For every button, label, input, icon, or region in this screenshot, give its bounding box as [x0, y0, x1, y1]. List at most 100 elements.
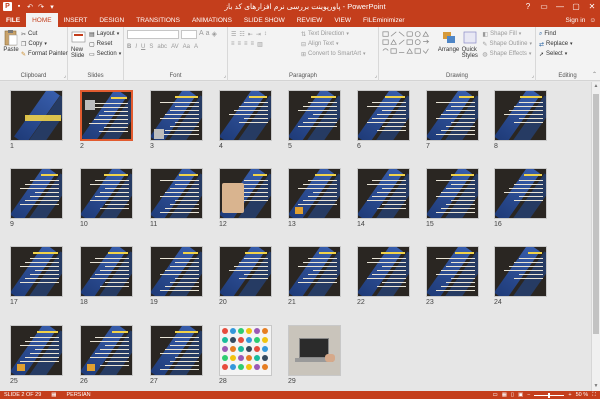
undo-icon[interactable]: ↶ — [26, 3, 34, 11]
align-right-icon[interactable]: ≡ — [244, 41, 248, 47]
dialog-launcher-icon[interactable]: ⌟ — [64, 73, 66, 79]
slide-thumbnail[interactable]: 9 — [10, 168, 63, 228]
shrink-font-icon[interactable]: a — [206, 30, 210, 39]
close-button[interactable]: ✕ — [584, 0, 600, 13]
sign-in-link[interactable]: Sign in — [565, 17, 585, 24]
font-color-icon[interactable]: A — [194, 44, 198, 50]
slide-thumbnail[interactable]: 20 — [219, 246, 272, 306]
section-button[interactable]: ▭ Section ▾ — [89, 49, 121, 59]
grow-font-icon[interactable]: A — [199, 30, 204, 39]
bold-icon[interactable]: B — [127, 44, 131, 50]
minimize-button[interactable]: — — [552, 0, 568, 13]
slide-thumbnail[interactable]: 22 — [357, 246, 410, 306]
line-spacing-icon[interactable]: ↕ — [264, 31, 267, 37]
zoom-slider[interactable] — [534, 392, 565, 398]
char-spacing-icon[interactable]: AV — [171, 44, 179, 50]
tab-view[interactable]: VIEW — [328, 13, 357, 27]
slide-thumbnail[interactable]: 15 — [426, 168, 479, 228]
slide-thumbnail[interactable]: 5 — [288, 90, 341, 150]
tab-design[interactable]: DESIGN — [93, 13, 130, 27]
slide-thumbnail[interactable]: 7 — [426, 90, 479, 150]
shape-effects-button[interactable]: ◍ Shape Effects ▾ — [482, 49, 532, 59]
slide-thumbnail[interactable]: 27 — [150, 325, 203, 385]
tab-fileminimizer[interactable]: FILEminimizer — [357, 13, 411, 27]
numbering-icon[interactable]: ☷ — [239, 31, 244, 38]
slide-thumbnail[interactable]: 14 — [357, 168, 410, 228]
smiley-icon[interactable]: ☺ — [589, 17, 596, 24]
slide-thumbnail[interactable]: 26 — [80, 325, 133, 385]
fit-slide-icon[interactable]: ⛶ — [592, 392, 596, 399]
slide-thumbnail[interactable]: 17 — [10, 246, 63, 306]
align-left-icon[interactable]: ≡ — [231, 41, 235, 47]
slide-thumbnail[interactable]: 3 — [150, 90, 203, 150]
paragraph-dialog-launcher-icon[interactable]: ⌟ — [375, 73, 377, 79]
customize-qat-icon[interactable]: ▾ — [48, 3, 56, 11]
slide-thumbnail[interactable]: 13 — [288, 168, 341, 228]
powerpoint-logo-icon[interactable]: P — [3, 2, 12, 11]
reset-button[interactable]: ▢ Reset — [89, 39, 121, 49]
zoom-level[interactable]: 50 % — [576, 392, 589, 398]
save-icon[interactable]: ▪ — [15, 3, 23, 11]
new-slide-button[interactable]: New Slide — [71, 29, 87, 59]
indent-increase-icon[interactable]: ⇥ — [256, 31, 261, 38]
scroll-thumb[interactable] — [593, 94, 599, 334]
replace-button[interactable]: ⇄ Replace ▾ — [539, 39, 596, 49]
strikethrough-icon[interactable]: abc — [157, 44, 167, 50]
slide-thumbnail[interactable]: 11 — [150, 168, 203, 228]
slide-thumbnail[interactable]: 1 — [10, 90, 63, 150]
drawing-dialog-launcher-icon[interactable]: ⌟ — [532, 73, 534, 79]
change-case-icon[interactable]: Aa — [183, 44, 190, 50]
slide-thumbnail[interactable]: 24 — [494, 246, 547, 306]
cut-button[interactable]: ✂ Cut — [21, 29, 68, 39]
slide-thumbnail[interactable]: 8 — [494, 90, 547, 150]
slide-thumbnail[interactable]: 4 — [219, 90, 272, 150]
collapse-ribbon-icon[interactable]: ⌃ — [592, 71, 597, 78]
find-button[interactable]: ⌕ Find — [539, 29, 596, 39]
tab-review[interactable]: REVIEW — [291, 13, 329, 27]
shape-fill-button[interactable]: ◧ Shape Fill ▾ — [482, 29, 532, 39]
justify-icon[interactable]: ≡ — [251, 41, 255, 47]
tab-file[interactable]: FILE — [0, 13, 27, 27]
select-button[interactable]: ➚ Select ▾ — [539, 49, 596, 59]
slide-thumbnail[interactable]: 28 — [219, 325, 272, 385]
slide-thumbnail[interactable]: 25 — [10, 325, 63, 385]
text-direction-button[interactable]: ⇅ Text Direction ▾ — [301, 29, 366, 39]
slide-sorter-view-icon[interactable]: ▦ — [502, 392, 507, 398]
redo-icon[interactable]: ↷ — [37, 3, 45, 11]
slide-thumbnail[interactable]: 18 — [80, 246, 133, 306]
layout-button[interactable]: ▤ Layout ▾ — [89, 29, 121, 39]
columns-icon[interactable]: ▥ — [257, 41, 263, 48]
bullets-icon[interactable]: ☰ — [231, 31, 236, 38]
format-painter-button[interactable]: ✎ Format Painter — [21, 49, 68, 59]
tab-slide-show[interactable]: SLIDE SHOW — [238, 13, 291, 27]
slide-thumbnail[interactable]: 12 — [219, 168, 272, 228]
align-text-button[interactable]: ⊟ Align Text ▾ — [301, 39, 366, 49]
tab-transitions[interactable]: TRANSITIONS — [130, 13, 186, 27]
italic-icon[interactable]: I — [135, 44, 137, 50]
ribbon-display-button[interactable]: ▭ — [536, 0, 552, 13]
slide-thumbnail[interactable]: 16 — [494, 168, 547, 228]
slide-thumbnail[interactable]: 6 — [357, 90, 410, 150]
clear-format-icon[interactable]: ◈ — [212, 30, 217, 39]
normal-view-icon[interactable]: ▭ — [493, 392, 498, 398]
shadow-icon[interactable]: S — [149, 44, 153, 50]
maximize-button[interactable]: ▢ — [568, 0, 584, 13]
underline-icon[interactable]: U — [141, 44, 145, 50]
indent-decrease-icon[interactable]: ⇤ — [248, 31, 253, 38]
font-name-box[interactable] — [127, 30, 179, 39]
scroll-up-icon[interactable]: ▲ — [592, 82, 600, 91]
zoom-out-icon[interactable]: − — [527, 392, 530, 398]
copy-button[interactable]: ❐ Copy ▾ — [21, 39, 68, 49]
font-dialog-launcher-icon[interactable]: ⌟ — [224, 73, 226, 79]
slide-thumbnail[interactable]: 21 — [288, 246, 341, 306]
tab-home[interactable]: HOME — [26, 13, 58, 27]
slide-thumbnail[interactable]: 19 — [150, 246, 203, 306]
language-indicator[interactable]: PERSIAN — [67, 392, 91, 398]
quick-styles-button[interactable]: Quick Styles — [462, 29, 480, 65]
slideshow-view-icon[interactable]: ▣ — [518, 392, 523, 398]
proofing-icon[interactable]: ▦ — [51, 392, 56, 398]
shape-outline-button[interactable]: ✎ Shape Outline ▾ — [482, 39, 532, 49]
vertical-scrollbar[interactable]: ▲ ▼ — [591, 82, 600, 391]
font-size-box[interactable] — [181, 30, 197, 39]
zoom-in-icon[interactable]: + — [568, 392, 571, 398]
